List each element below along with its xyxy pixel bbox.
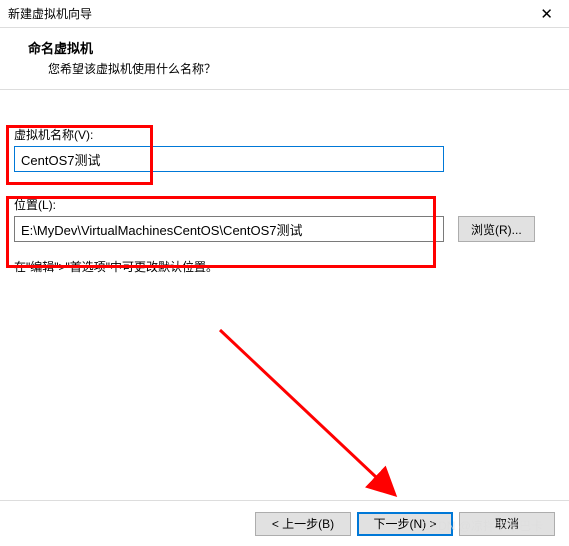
location-label: 位置(L): xyxy=(14,196,555,213)
wizard-header: 命名虚拟机 您希望该虚拟机使用什么名称？ xyxy=(0,28,569,90)
header-subtitle: 您希望该虚拟机使用什么名称？ xyxy=(28,60,555,77)
browse-button[interactable]: 浏览(R)... xyxy=(458,216,535,242)
titlebar: 新建虚拟机向导 ✕ xyxy=(0,0,569,28)
next-button[interactable]: 下一步(N) > xyxy=(357,512,453,536)
close-icon[interactable]: ✕ xyxy=(532,3,561,25)
wizard-content: 虚拟机名称(V): 位置(L): 浏览(R)... 在"编辑">"首选项"中可更… xyxy=(0,90,569,285)
location-input[interactable] xyxy=(14,216,444,242)
cancel-button[interactable]: 取消 xyxy=(459,512,555,536)
back-button[interactable]: < 上一步(B) xyxy=(255,512,351,536)
vm-name-input[interactable] xyxy=(14,146,444,172)
arrow-annotation xyxy=(210,320,430,520)
window-title: 新建虚拟机向导 xyxy=(8,5,92,22)
location-hint: 在"编辑">"首选项"中可更改默认位置。 xyxy=(14,258,555,275)
vm-name-label: 虚拟机名称(V): xyxy=(14,126,555,143)
header-title: 命名虚拟机 xyxy=(28,38,555,57)
wizard-footer: < 上一步(B) 下一步(N) > 取消 xyxy=(0,500,569,546)
